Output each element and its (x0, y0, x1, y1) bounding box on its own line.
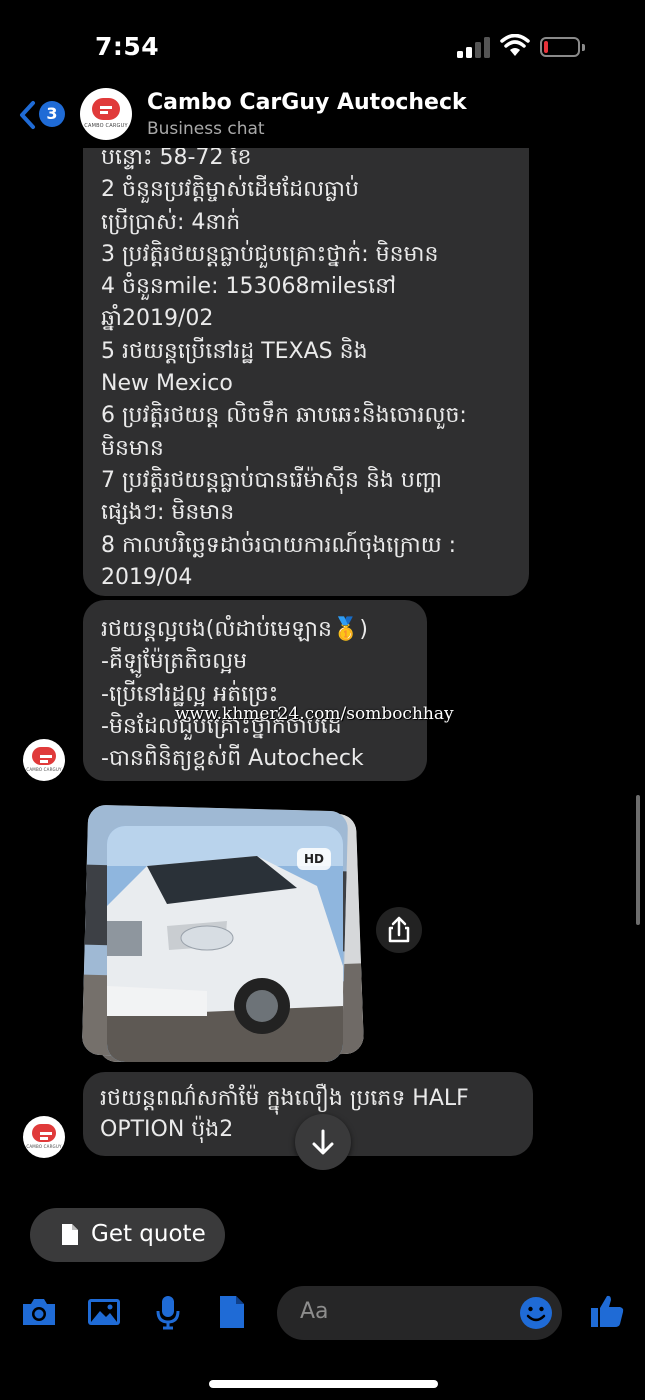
sender-avatar[interactable]: CAMBO CARGUY (23, 739, 65, 781)
wifi-icon (500, 34, 530, 56)
report-line: មិនមាន (101, 435, 164, 461)
hd-badge: HD (297, 848, 331, 870)
message-input-placeholder: Aa (300, 1299, 329, 1324)
summary-line: -បានពិនិត្យខ្ពស់ពី Autocheck (101, 746, 364, 772)
chat-subtitle: Business chat (147, 119, 265, 139)
report-line: New Mexico (101, 371, 233, 397)
message-line: រថយន្តពណ៌សកាំម៉ែ ក្នុងលឿង ប្រភេទ HALF (100, 1086, 469, 1111)
scroll-to-bottom-button[interactable] (295, 1114, 351, 1170)
report-line: 2019/04 (101, 564, 193, 590)
share-button[interactable] (376, 907, 422, 953)
report-line: 2 ចំនួនប្រវត្តិម្ចាស់ដើមដែលធ្លាប់ (101, 177, 359, 203)
camera-icon[interactable] (20, 1296, 58, 1328)
summary-line: -គីឡូម៉ែត្រតិចល្អម (101, 649, 248, 675)
report-line: 5 រថយន្តប្រើនៅរដ្ឋ TEXAS និង (101, 338, 368, 364)
thumbs-up-icon[interactable] (588, 1292, 626, 1330)
logo-text: CAMBO CARGUY (84, 123, 128, 129)
emoji-icon[interactable] (519, 1296, 553, 1330)
get-quote-label[interactable]: Get quote (91, 1221, 206, 1247)
unread-count-badge[interactable]: 3 (39, 101, 65, 127)
cellular-signal-icon (457, 36, 491, 58)
status-time: 7:54 (95, 32, 160, 61)
sender-avatar[interactable]: CAMBO CARGUY (23, 1116, 65, 1158)
logo-text: CAMBO CARGUY (26, 767, 62, 772)
report-line: ឆ្នាំ2019/02 (101, 306, 214, 332)
arrow-down-icon (312, 1129, 334, 1155)
back-chevron-icon[interactable] (18, 100, 38, 130)
battery-icon (540, 37, 585, 57)
share-icon (388, 916, 410, 943)
file-icon[interactable] (218, 1294, 246, 1330)
document-icon (62, 1224, 78, 1245)
microphone-icon[interactable] (154, 1294, 182, 1330)
carguy-logo-icon (32, 1124, 56, 1142)
summary-message-bubble[interactable]: រថយន្តល្អបង(លំដាប់មេឡាន🥇) -គីឡូម៉ែត្រតិច… (83, 600, 427, 781)
summary-line: រថយន្តល្អបង(លំដាប់មេឡាន🥇) (101, 617, 368, 642)
business-avatar[interactable]: CAMBO CARGUY (80, 88, 132, 140)
report-line: 4 ចំនួនmile: 153068milesនៅ (101, 274, 397, 300)
report-line: 7 ប្រវត្តិរថយន្តធ្លាប់បានរើម៉ាស៊ីន និង ប… (101, 467, 443, 493)
report-line: 8 កាលបរិច្ឆេទដាច់របាយការណ៍ចុងក្រោយ : (101, 532, 457, 558)
home-indicator[interactable] (209, 1380, 438, 1388)
chat-title[interactable]: Cambo CarGuy Autocheck (147, 90, 467, 115)
report-line: 3 ប្រវត្តិរថយន្តធ្លាប់ជួបគ្រោះថ្នាក់: មិ… (101, 241, 439, 267)
report-line: ផ្សេងៗ: មិនមាន (101, 500, 235, 526)
scrollbar[interactable] (636, 795, 640, 925)
carguy-logo-icon (92, 98, 120, 120)
report-message-bubble[interactable]: បន្ទោះ 58-72 ខែ 2 ចំនួនប្រវត្តិម្ចាស់ដើម… (83, 120, 529, 596)
report-line: 6 ប្រវត្តិរថយន្ត លិចទឹក ឆាបឆេះនិងចោរលួច: (101, 403, 467, 429)
gallery-icon[interactable] (86, 1296, 122, 1328)
report-line: ប្រើប្រាស់: 4នាក់ (101, 209, 241, 235)
carguy-logo-icon (32, 747, 56, 765)
car-photo[interactable]: HD (107, 826, 343, 1062)
watermark-text: www.khmer24.com/sombochhay (175, 704, 454, 724)
logo-text: CAMBO CARGUY (26, 1144, 62, 1149)
